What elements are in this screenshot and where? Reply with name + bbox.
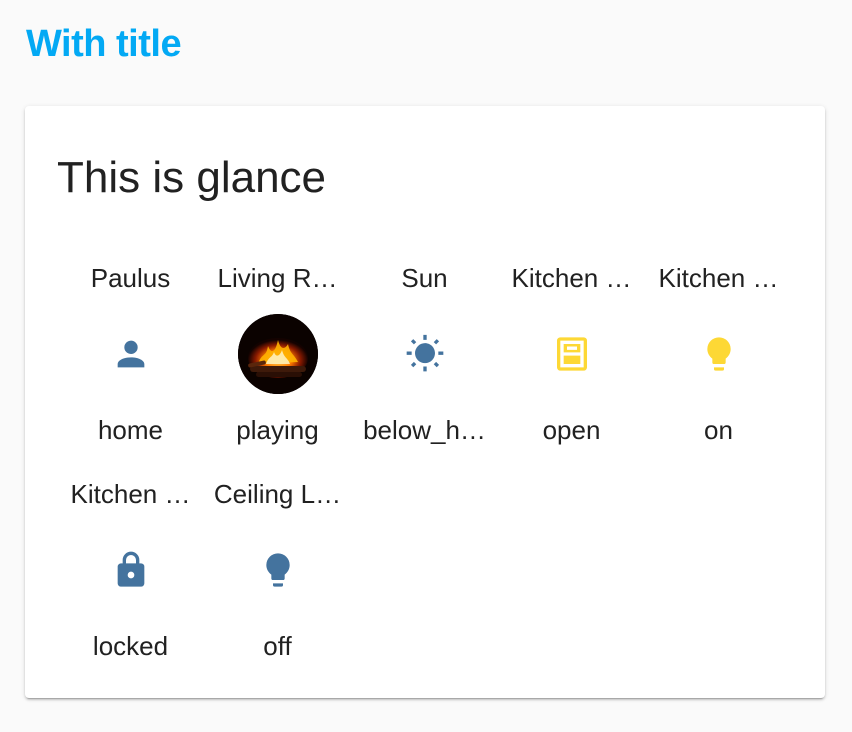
entity-name: Kitchen … — [70, 479, 191, 509]
account-icon — [91, 314, 171, 394]
entity-kitchen-light[interactable]: Kitchen … on — [645, 256, 792, 470]
cabinet-door-icon — [532, 314, 612, 394]
entity-name: Paulus — [90, 263, 171, 293]
entity-state: off — [263, 631, 292, 661]
entity-state: open — [542, 415, 601, 445]
entity-name: Living R… — [217, 263, 338, 293]
entity-state: on — [704, 415, 733, 445]
entity-sun[interactable]: Sun below_h… — [351, 256, 498, 470]
glance-card: This is glance Paulus home Living R… pla… — [25, 106, 825, 698]
media-thumbnail — [237, 314, 318, 394]
entity-state: playing — [236, 415, 319, 445]
card-title: This is glance — [57, 153, 327, 202]
entity-kitchen-door[interactable]: Kitchen … open — [498, 256, 645, 470]
lightbulb-icon — [238, 530, 318, 610]
sun-icon — [385, 314, 465, 394]
entity-ceiling-light[interactable]: Ceiling L… off — [204, 472, 351, 686]
entity-kitchen-lock[interactable]: Kitchen … locked — [57, 472, 204, 686]
entity-state: home — [97, 415, 164, 445]
page-heading: With title — [26, 23, 182, 65]
entity-name: Kitchen … — [511, 263, 632, 293]
entity-state: locked — [92, 631, 169, 661]
entity-person[interactable]: Paulus home — [57, 256, 204, 470]
entity-name: Kitchen … — [658, 263, 779, 293]
entity-state: below_h… — [363, 415, 486, 445]
lightbulb-icon — [679, 314, 759, 394]
entity-media-player[interactable]: Living R… playing — [204, 256, 351, 470]
lock-icon — [91, 530, 171, 610]
entity-name: Ceiling L… — [213, 479, 342, 509]
entity-name: Sun — [401, 263, 448, 293]
